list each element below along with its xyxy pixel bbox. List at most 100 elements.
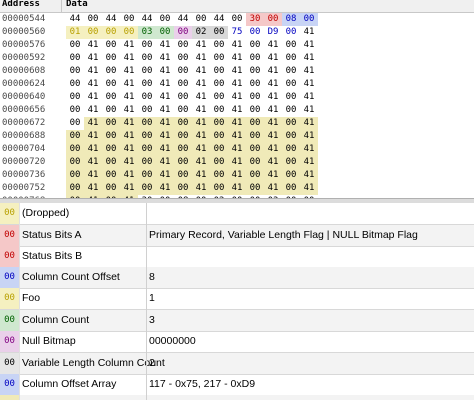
hex-byte[interactable]: 41 <box>264 182 282 195</box>
hex-byte[interactable]: 00 <box>174 52 192 65</box>
hex-byte[interactable]: 41 <box>84 130 102 143</box>
hex-byte[interactable]: 44 <box>174 13 192 26</box>
hex-byte[interactable]: 41 <box>264 104 282 117</box>
hex-byte[interactable]: 41 <box>192 65 210 78</box>
hex-byte[interactable]: 00 <box>174 130 192 143</box>
hex-byte[interactable]: 00 <box>210 130 228 143</box>
hex-byte[interactable]: 41 <box>84 182 102 195</box>
hex-byte[interactable]: 00 <box>174 182 192 195</box>
hex-byte[interactable]: 00 <box>174 26 192 39</box>
hex-byte[interactable]: 00 <box>300 13 318 26</box>
hex-byte[interactable]: 41 <box>228 52 246 65</box>
hex-byte[interactable]: 41 <box>120 91 138 104</box>
hex-byte[interactable]: 41 <box>156 39 174 52</box>
hex-byte[interactable]: 41 <box>228 78 246 91</box>
hex-byte[interactable]: 41 <box>264 143 282 156</box>
hex-byte[interactable]: 41 <box>84 169 102 182</box>
hex-byte[interactable]: 00 <box>210 169 228 182</box>
hex-byte[interactable]: 41 <box>156 143 174 156</box>
hex-byte[interactable]: 00 <box>138 143 156 156</box>
hex-byte[interactable]: 41 <box>300 52 318 65</box>
hex-byte[interactable]: 00 <box>138 52 156 65</box>
hex-byte[interactable]: 00 <box>138 104 156 117</box>
hex-byte[interactable]: 41 <box>300 169 318 182</box>
field-row[interactable]: 00 Foo 1 <box>0 288 474 310</box>
hex-byte[interactable]: 41 <box>156 65 174 78</box>
hex-byte[interactable]: 41 <box>264 78 282 91</box>
field-value[interactable]: 00000000 <box>149 331 472 352</box>
field-grid[interactable]: 00 (Dropped) 00 Status Bits A Primary Record… <box>0 203 474 400</box>
hex-byte[interactable]: 00 <box>66 78 84 91</box>
hex-byte[interactable]: 41 <box>120 143 138 156</box>
hex-row[interactable]: 00000576 00 41 00 41 00 41 00 41 00 41 00 41 00 41 <box>0 39 474 52</box>
hex-byte[interactable]: 00 <box>138 65 156 78</box>
hex-byte[interactable]: 41 <box>120 52 138 65</box>
hex-byte[interactable]: 00 <box>210 182 228 195</box>
hex-byte[interactable]: 00 <box>210 26 228 39</box>
hex-byte[interactable]: 00 <box>138 169 156 182</box>
field-row[interactable]: 00 Status Bits A Primary Record, Variable … <box>0 225 474 247</box>
hex-byte[interactable]: 00 <box>102 104 120 117</box>
hex-byte[interactable]: 00 <box>246 143 264 156</box>
hex-byte[interactable]: 00 <box>282 104 300 117</box>
hex-byte[interactable]: 41 <box>228 65 246 78</box>
hex-byte[interactable]: 41 <box>120 39 138 52</box>
hex-byte[interactable]: 00 <box>246 39 264 52</box>
hex-row[interactable]: 00000624 00 41 00 41 00 41 00 41 00 41 00 41 00 41 <box>0 78 474 91</box>
hex-byte[interactable]: 41 <box>300 130 318 143</box>
hex-byte[interactable]: 41 <box>120 65 138 78</box>
field-value[interactable]: 8 <box>149 267 472 288</box>
hex-view[interactable]: Address Data 00000544 44 00 44 00 44 00 44 00 44 0… <box>0 0 474 198</box>
hex-byte[interactable]: 00 <box>138 117 156 130</box>
hex-byte[interactable]: 00 <box>210 117 228 130</box>
hex-byte[interactable]: 00 <box>282 91 300 104</box>
hex-byte[interactable]: 00 <box>192 13 210 26</box>
hex-byte[interactable]: 00 <box>138 39 156 52</box>
hex-byte[interactable]: 00 <box>174 117 192 130</box>
hex-byte[interactable]: 41 <box>120 78 138 91</box>
hex-byte[interactable]: 00 <box>66 143 84 156</box>
hex-byte[interactable]: 41 <box>192 169 210 182</box>
hex-byte[interactable]: 02 <box>192 26 210 39</box>
hex-byte[interactable]: 00 <box>84 26 102 39</box>
hex-byte[interactable]: 41 <box>156 130 174 143</box>
hex-byte[interactable]: 41 <box>192 117 210 130</box>
hex-byte[interactable]: 00 <box>156 26 174 39</box>
hex-byte[interactable]: 41 <box>300 78 318 91</box>
hex-byte[interactable]: 41 <box>156 156 174 169</box>
hex-byte[interactable]: 00 <box>174 39 192 52</box>
field-row[interactable]: 00 Column Count Offset 8 <box>0 267 474 289</box>
hex-byte[interactable]: 41 <box>300 156 318 169</box>
hex-byte[interactable]: 41 <box>156 182 174 195</box>
hex-byte[interactable]: 00 <box>174 104 192 117</box>
hex-byte[interactable]: 00 <box>66 104 84 117</box>
hex-byte[interactable]: 41 <box>228 130 246 143</box>
hex-byte[interactable]: 00 <box>282 156 300 169</box>
hex-byte[interactable]: 00 <box>66 169 84 182</box>
hex-byte[interactable]: 41 <box>264 117 282 130</box>
hex-byte[interactable]: 41 <box>84 52 102 65</box>
hex-byte[interactable]: 00 <box>282 130 300 143</box>
hex-row[interactable]: 00000736 00 41 00 41 00 41 00 41 00 41 00 41 00 41 <box>0 169 474 182</box>
hex-row[interactable]: 00000752 00 41 00 41 00 41 00 41 00 41 00 41 00 41 <box>0 182 474 195</box>
hex-byte[interactable]: 41 <box>300 182 318 195</box>
field-row[interactable]: 00Bar AAAAAAAAAAAAAAAAAAAAAAAAAAAAAAAAAAA… <box>0 395 474 400</box>
hex-byte[interactable]: 00 <box>246 117 264 130</box>
field-value[interactable]: 1 <box>149 288 472 309</box>
hex-byte[interactable]: 41 <box>192 143 210 156</box>
hex-byte[interactable]: 00 <box>102 39 120 52</box>
hex-byte[interactable]: 41 <box>192 104 210 117</box>
hex-byte[interactable]: 44 <box>210 13 228 26</box>
hex-row[interactable]: 00000592 00 41 00 41 00 41 00 41 00 41 00 41 00 41 <box>0 52 474 65</box>
hex-byte[interactable]: 41 <box>300 91 318 104</box>
hex-byte[interactable]: 00 <box>210 104 228 117</box>
hex-byte[interactable]: 41 <box>192 182 210 195</box>
hex-byte[interactable]: 44 <box>102 13 120 26</box>
field-row[interactable]: 00 Null Bitmap 00000000 <box>0 331 474 353</box>
hex-byte[interactable]: 00 <box>138 156 156 169</box>
field-row[interactable]: 00 Status Bits B <box>0 246 474 268</box>
hex-byte[interactable]: D9 <box>264 26 282 39</box>
hex-byte[interactable]: 00 <box>102 65 120 78</box>
hex-byte[interactable]: 41 <box>120 182 138 195</box>
hex-byte[interactable]: 00 <box>120 26 138 39</box>
